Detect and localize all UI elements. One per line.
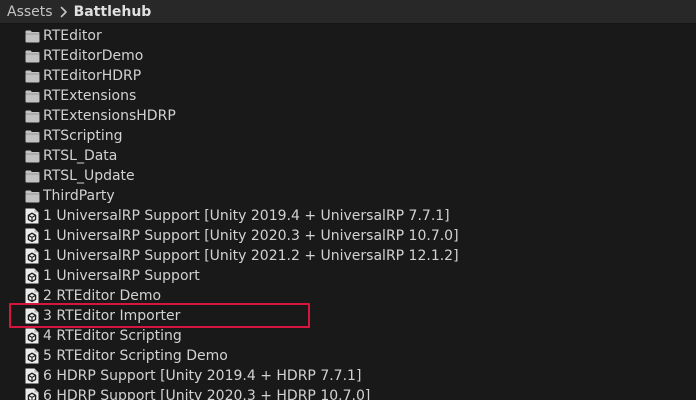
- list-item-label: RTEditor: [43, 28, 102, 44]
- list-item-folder[interactable]: RTSL_Data: [0, 146, 696, 166]
- unity-package-icon: [24, 368, 40, 384]
- list-item-folder[interactable]: RTSL_Update: [0, 166, 696, 186]
- breadcrumb-item-assets[interactable]: Assets: [7, 4, 53, 20]
- list-item-label: 4 RTEditor Scripting: [43, 328, 182, 344]
- list-item-package[interactable]: 1 UniversalRP Support: [0, 266, 696, 286]
- list-item-folder[interactable]: RTExtensions: [0, 86, 696, 106]
- list-item-label: 2 RTEditor Demo: [43, 288, 162, 304]
- breadcrumb-item-battlehub[interactable]: Battlehub: [74, 4, 152, 20]
- list-item-label: 5 RTEditor Scripting Demo: [43, 348, 228, 364]
- list-item-package[interactable]: 1 UniversalRP Support [Unity 2021.2 + Un…: [0, 246, 696, 266]
- list-item-label: ThirdParty: [43, 188, 115, 204]
- unity-package-icon: [24, 248, 40, 264]
- list-item-folder[interactable]: RTEditorHDRP: [0, 66, 696, 86]
- list-item-label: RTScripting: [43, 128, 123, 144]
- unity-package-icon: [24, 208, 40, 224]
- list-item-package[interactable]: 6 HDRP Support [Unity 2020.3 + HDRP 10.7…: [0, 386, 696, 400]
- unity-package-icon: [24, 388, 40, 400]
- list-item-label: 6 HDRP Support [Unity 2020.3 + HDRP 10.7…: [43, 388, 371, 400]
- folder-icon: [24, 28, 40, 44]
- folder-icon: [24, 108, 40, 124]
- list-item-package[interactable]: 4 RTEditor Scripting: [0, 326, 696, 346]
- chevron-right-icon: [57, 0, 71, 24]
- list-item-label: 6 HDRP Support [Unity 2019.4 + HDRP 7.7.…: [43, 368, 362, 384]
- folder-icon: [24, 48, 40, 64]
- unity-package-icon: [24, 348, 40, 364]
- list-item-label: 3 RTEditor Importer: [43, 308, 181, 324]
- folder-icon: [24, 168, 40, 184]
- list-item-label: 1 UniversalRP Support [Unity 2019.4 + Un…: [43, 208, 450, 224]
- unity-package-icon: [24, 228, 40, 244]
- project-browser-panel: Assets Battlehub RTEditor RTEditorDemo R…: [0, 0, 696, 400]
- list-item-package[interactable]: 2 RTEditor Demo: [0, 286, 696, 306]
- list-item-label: 1 UniversalRP Support [Unity 2021.2 + Un…: [43, 248, 459, 264]
- list-item-label: RTExtensions: [43, 88, 137, 104]
- folder-icon: [24, 68, 40, 84]
- unity-package-icon: [24, 328, 40, 344]
- list-item-folder[interactable]: RTScripting: [0, 126, 696, 146]
- unity-package-icon: [24, 308, 40, 324]
- unity-package-icon: [24, 268, 40, 284]
- list-item-label: 1 UniversalRP Support [Unity 2020.3 + Un…: [43, 228, 459, 244]
- folder-icon: [24, 148, 40, 164]
- list-item-label: 1 UniversalRP Support: [43, 268, 200, 284]
- asset-list: RTEditor RTEditorDemo RTEditorHDRP RTExt…: [0, 25, 696, 400]
- list-item-package[interactable]: 1 UniversalRP Support [Unity 2020.3 + Un…: [0, 226, 696, 246]
- list-item-folder[interactable]: RTExtensionsHDRP: [0, 106, 696, 126]
- list-item-folder[interactable]: RTEditor: [0, 26, 696, 46]
- folder-icon: [24, 128, 40, 144]
- list-item-package[interactable]: 5 RTEditor Scripting Demo: [0, 346, 696, 366]
- list-item-package[interactable]: 6 HDRP Support [Unity 2019.4 + HDRP 7.7.…: [0, 366, 696, 386]
- list-item-label: RTEditorHDRP: [43, 68, 142, 84]
- folder-icon: [24, 88, 40, 104]
- list-item-label: RTSL_Data: [43, 148, 118, 164]
- list-item-folder[interactable]: RTEditorDemo: [0, 46, 696, 66]
- list-item-label: RTSL_Update: [43, 168, 135, 184]
- list-item-folder[interactable]: ThirdParty: [0, 186, 696, 206]
- unity-package-icon: [24, 288, 40, 304]
- breadcrumb: Assets Battlehub: [0, 0, 696, 24]
- list-item-package[interactable]: 1 UniversalRP Support [Unity 2019.4 + Un…: [0, 206, 696, 226]
- folder-icon: [24, 188, 40, 204]
- list-item-label: RTExtensionsHDRP: [43, 108, 176, 124]
- list-item-label: RTEditorDemo: [43, 48, 144, 64]
- list-item-package-rteditor-importer[interactable]: 3 RTEditor Importer: [0, 306, 696, 326]
